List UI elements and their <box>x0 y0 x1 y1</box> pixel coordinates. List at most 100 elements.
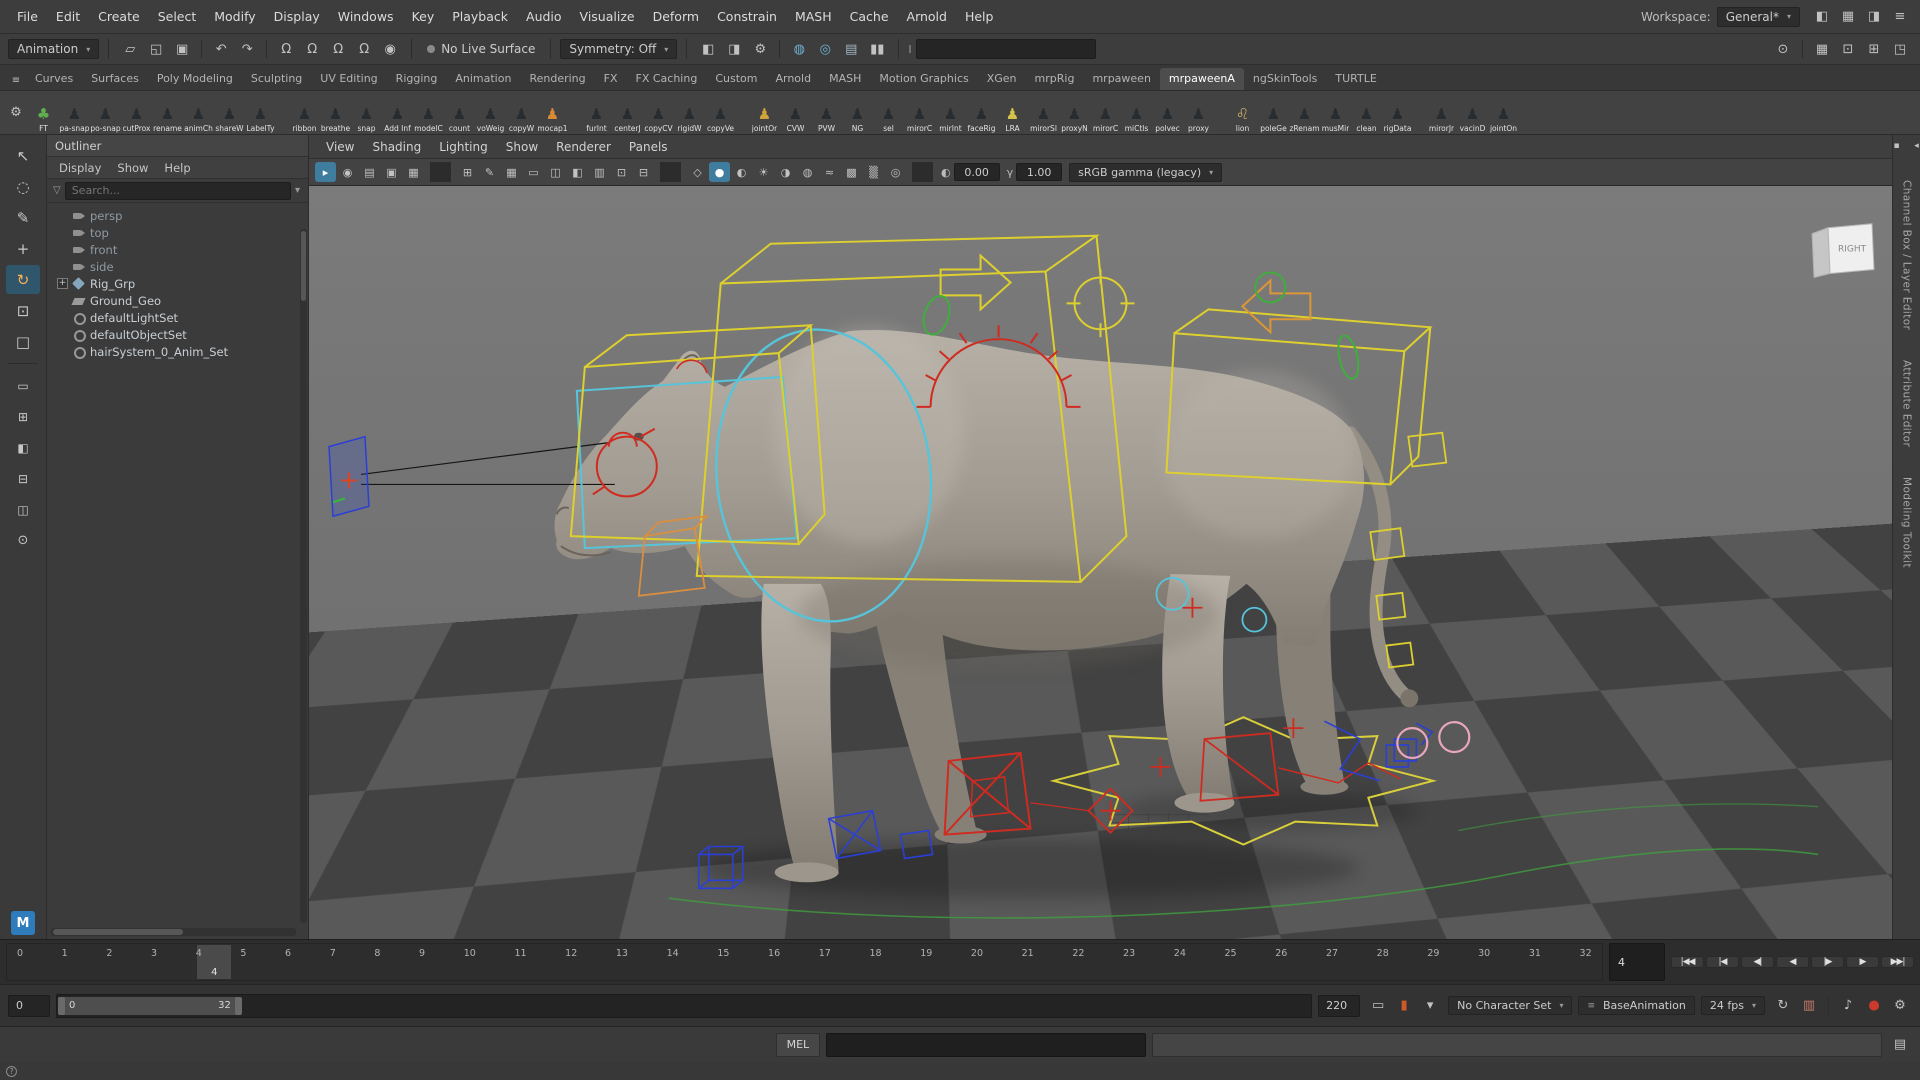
timeline-frame-label[interactable]: 7 <box>330 948 336 959</box>
shelf-item[interactable]: sel <box>873 93 904 133</box>
shelf-item[interactable]: pa-snap <box>59 93 90 133</box>
toggle-left-panel-icon[interactable]: ◧ <box>1810 6 1834 28</box>
viewport-menu[interactable]: Renderer <box>547 140 620 154</box>
anim-preferences-icon[interactable]: ⚙ <box>1888 995 1912 1017</box>
redo-icon[interactable]: ↷ <box>235 38 259 60</box>
render-view-icon[interactable]: ◍ <box>787 38 811 60</box>
auto-key-icon[interactable]: ● <box>1862 995 1886 1017</box>
range-options-icon[interactable]: ▭ <box>1366 995 1390 1017</box>
timeline-frame-label[interactable]: 10 <box>464 948 476 959</box>
shelf-item[interactable]: rigData <box>1382 93 1413 133</box>
menubar-item[interactable]: Create <box>89 0 149 33</box>
timeline-frame-label[interactable]: 31 <box>1529 948 1541 959</box>
outliner-item[interactable]: defaultObjectSet <box>57 326 308 343</box>
timeline-frame-label[interactable]: 22 <box>1072 948 1084 959</box>
pause-viewport-icon[interactable]: ▮▮ <box>865 38 889 60</box>
outliner-item[interactable]: Rig_Grp <box>57 275 308 292</box>
zoom-tool-icon[interactable]: ⊙ <box>6 526 40 555</box>
shelf-item[interactable]: animCh <box>183 93 214 133</box>
move-tool[interactable]: + <box>6 234 40 263</box>
timeline-frame-label[interactable]: 15 <box>717 948 729 959</box>
step-forward-frame-button[interactable]: |▶ <box>1811 956 1844 968</box>
chevron-down-icon[interactable]: ▾ <box>295 185 300 196</box>
save-scene-icon[interactable]: ▣ <box>170 38 194 60</box>
smooth-shade-icon[interactable]: ● <box>709 162 730 182</box>
shelf-tab[interactable]: Surfaces <box>82 68 148 90</box>
shelf-tab[interactable]: XGen <box>978 68 1026 90</box>
timeline-frame-label[interactable]: 5 <box>240 948 246 959</box>
outliner-vertical-scrollbar[interactable] <box>300 229 307 923</box>
camera-home-icon[interactable]: ◳ <box>1888 38 1912 60</box>
timeline-frame-label[interactable]: 32 <box>1580 948 1592 959</box>
menubar-item[interactable]: Windows <box>329 0 403 33</box>
go-to-start-button[interactable]: |◀◀ <box>1671 956 1704 968</box>
frame-selected-icon[interactable]: ⊡ <box>1836 38 1860 60</box>
viewport-menu[interactable]: Show <box>497 140 547 154</box>
timeline-frame-label[interactable]: 2 <box>106 948 112 959</box>
ipr-render-icon[interactable]: ◎ <box>813 38 837 60</box>
timeline-frame-label[interactable]: 25 <box>1225 948 1237 959</box>
textured-icon[interactable]: ◐ <box>731 162 752 182</box>
shelf-item[interactable]: cutProx <box>121 93 152 133</box>
timeline-frame-label[interactable]: 6 <box>285 948 291 959</box>
snap-to-curve-icon[interactable]: Ω <box>300 38 324 60</box>
shelf-item[interactable]: count <box>444 93 475 133</box>
menubar-item[interactable]: Audio <box>517 0 571 33</box>
select-tool[interactable]: ↖ <box>6 141 40 170</box>
shelf-item[interactable]: mirInt <box>935 93 966 133</box>
shelf-item[interactable]: miCtls <box>1121 93 1152 133</box>
shelf-menu-icon[interactable]: ≡ <box>6 70 26 90</box>
menubar-item[interactable]: Edit <box>47 0 89 33</box>
shelf-tab[interactable]: UV Editing <box>311 68 386 90</box>
timeline-frame-label[interactable]: 4 <box>196 948 202 959</box>
expand-icon[interactable] <box>57 346 68 357</box>
menubar-item[interactable]: MASH <box>786 0 841 33</box>
shelf-item[interactable]: LabelTy <box>245 93 276 133</box>
snap-to-plane-icon[interactable]: Ω <box>352 38 376 60</box>
shelf-tab[interactable]: Poly Modeling <box>148 68 242 90</box>
viewport-canvas[interactable]: RIGHT <box>309 186 1892 939</box>
shelf-tab[interactable]: Custom <box>706 68 766 90</box>
exposure-icon[interactable]: ◐ <box>941 166 951 179</box>
snap-to-grid-icon[interactable]: Ω <box>274 38 298 60</box>
shelf-tab[interactable]: Arnold <box>766 68 820 90</box>
right-panel-tab[interactable]: Channel Box / Layer Editor <box>1901 176 1913 334</box>
shelf-item[interactable]: voWeig <box>475 93 506 133</box>
timeline-frame-label[interactable]: 3 <box>151 948 157 959</box>
play-forward-button[interactable]: ▶ <box>1846 956 1879 968</box>
shelf-tab[interactable]: ngSkinTools <box>1244 68 1326 90</box>
timeline-frame-label[interactable]: 27 <box>1326 948 1338 959</box>
menubar-item[interactable]: Visualize <box>571 0 644 33</box>
shelf-item[interactable]: modelC <box>413 93 444 133</box>
viewport-menu[interactable]: View <box>317 140 363 154</box>
character-set-dropdown[interactable]: No Character Set ▾ <box>1448 996 1572 1015</box>
shelf-item[interactable]: breathe <box>320 93 351 133</box>
timeline-frame-label[interactable]: 21 <box>1022 948 1034 959</box>
outliner-menu[interactable]: Help <box>156 161 198 175</box>
step-back-key-button[interactable]: |◀ <box>1706 956 1739 968</box>
step-back-frame-button[interactable]: ◀| <box>1741 956 1774 968</box>
live-surface-indicator[interactable]: No Live Surface <box>421 40 541 58</box>
shelf-item[interactable]: rename <box>152 93 183 133</box>
outliner-item[interactable]: top <box>57 224 308 241</box>
fps-dropdown[interactable]: 24 fps ▾ <box>1701 996 1765 1015</box>
go-to-end-button[interactable]: ▶▶| <box>1881 956 1914 968</box>
anti-alias-icon[interactable]: ▩ <box>841 162 862 182</box>
lasso-select-tool[interactable]: ◌ <box>6 172 40 201</box>
shelf-item[interactable]: po-snap <box>90 93 121 133</box>
shelf-item[interactable]: proxy <box>1183 93 1214 133</box>
image-plane-icon[interactable]: ▦ <box>403 162 424 182</box>
shelf-item[interactable]: shareW <box>214 93 245 133</box>
menubar-item[interactable]: Help <box>956 0 1003 33</box>
shelf-item[interactable]: jointOn <box>1488 93 1519 133</box>
timeline-frame-label[interactable]: 30 <box>1478 948 1490 959</box>
shelf-item[interactable]: copyCV <box>643 93 674 133</box>
anim-layer-dropdown[interactable]: ≡ BaseAnimation <box>1578 996 1694 1015</box>
render-settings-icon[interactable]: ▤ <box>839 38 863 60</box>
menubar-item[interactable]: Key <box>403 0 444 33</box>
menubar-item[interactable]: Display <box>265 0 329 33</box>
timeline-frame-label[interactable]: 8 <box>374 948 380 959</box>
use-all-lights-icon[interactable]: ☀ <box>753 162 774 182</box>
timeline-frame-label[interactable]: 13 <box>616 948 628 959</box>
gamma-icon[interactable]: γ <box>1007 166 1014 179</box>
